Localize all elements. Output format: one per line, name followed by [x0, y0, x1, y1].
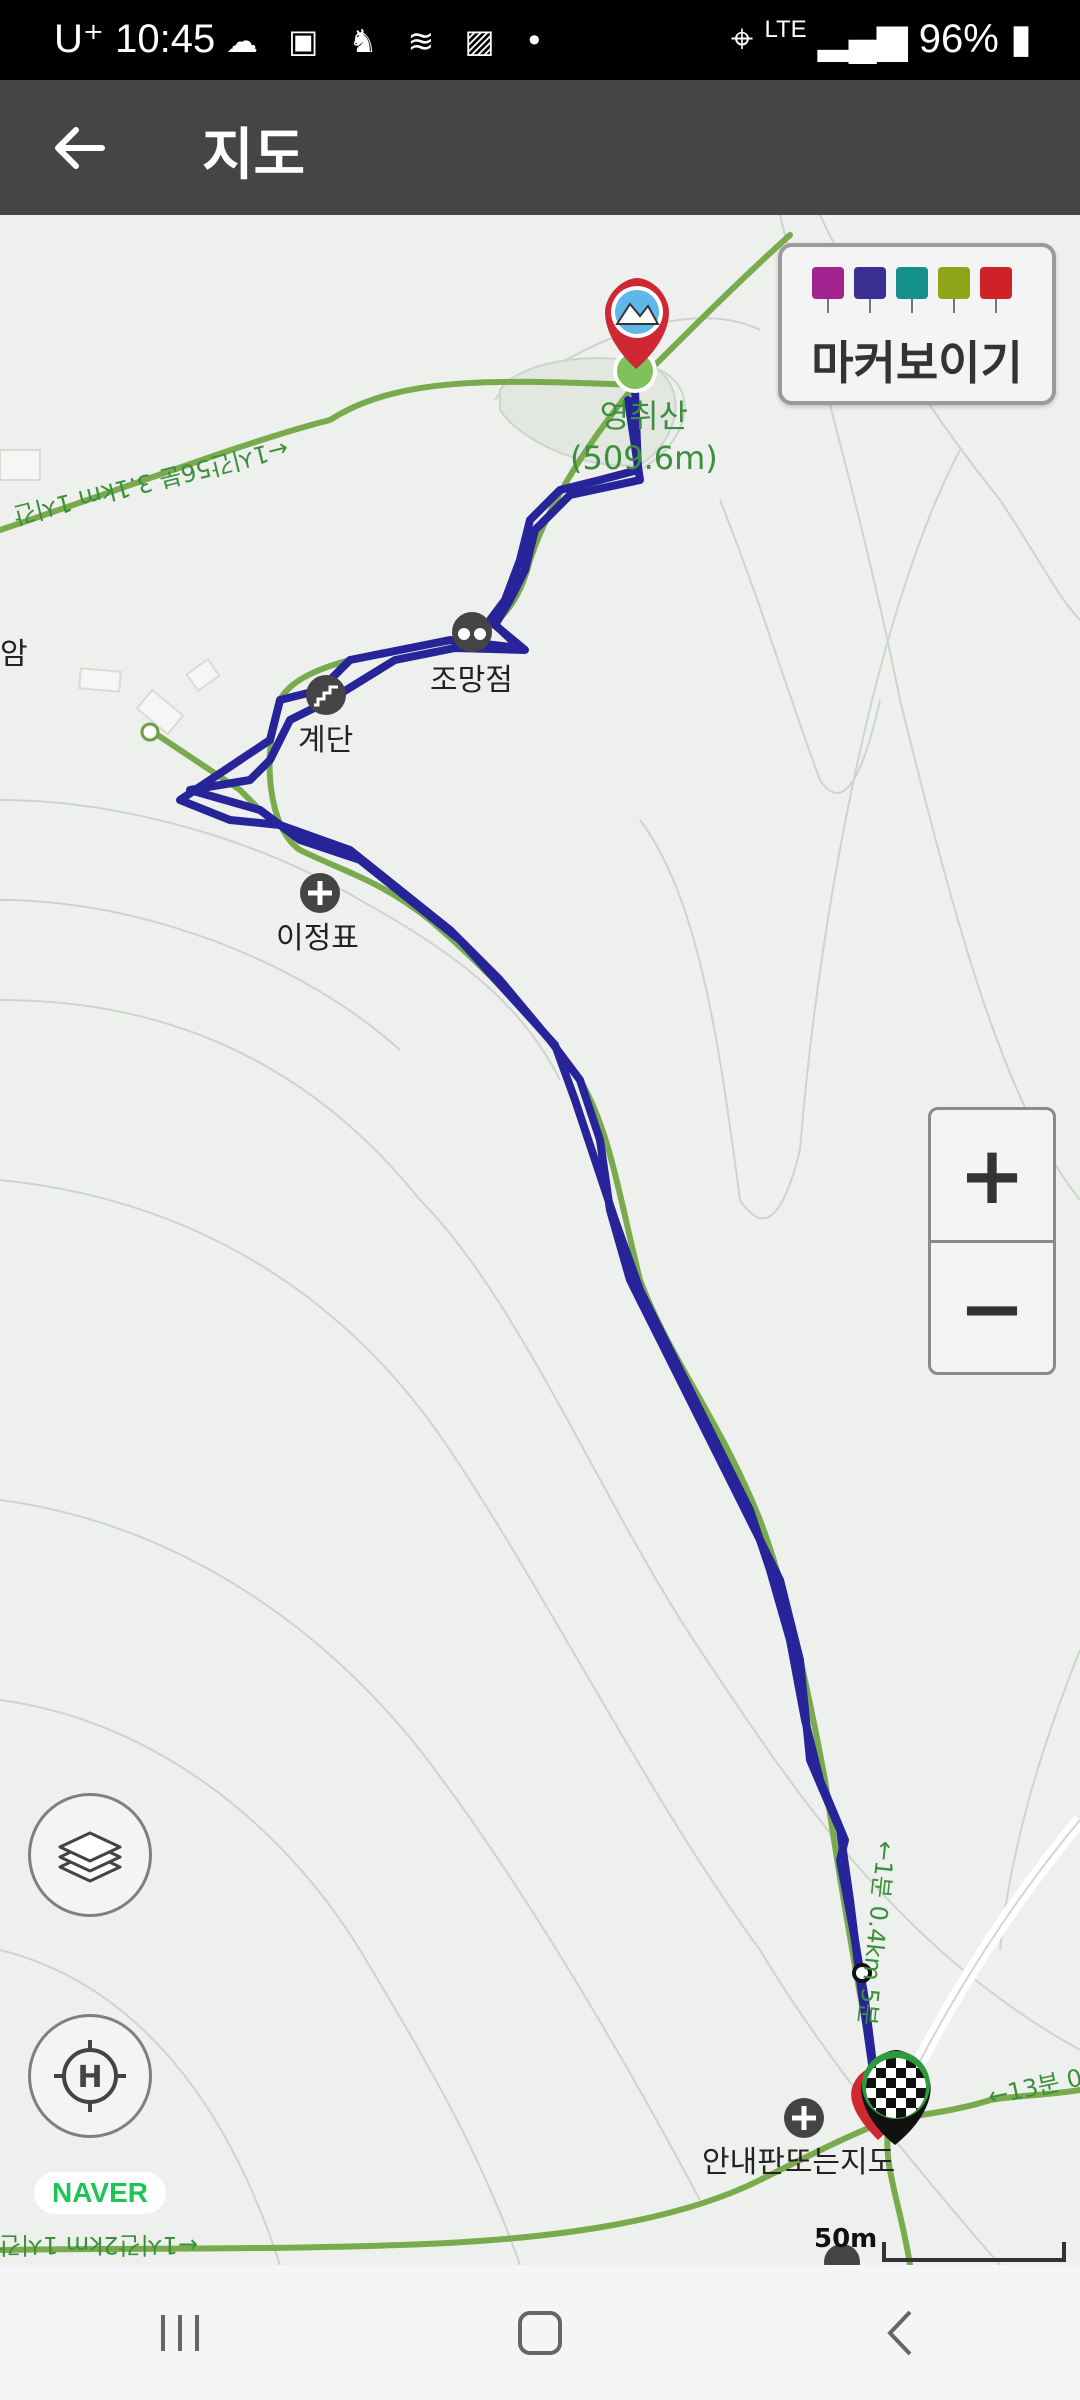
marker-flags — [812, 267, 1012, 313]
map-canvas: ←1시간56분 3.1km 1시간 ←1분 0.4km 5분 ←13분 0 ←1… — [0, 215, 1080, 2265]
guide-map-icon[interactable] — [784, 2098, 824, 2138]
layers-icon — [58, 1831, 122, 1883]
zoom-in-button[interactable]: + — [931, 1110, 1053, 1243]
home-position-button[interactable]: H — [28, 2014, 152, 2138]
status-time: U⁺ 10:45 — [54, 17, 216, 61]
stairs-label: 계단 — [298, 723, 354, 758]
page-title: 지도 — [202, 123, 306, 188]
signal-icon: ▂▄▆ — [817, 17, 908, 61]
status-right: ⌖ LTE ▂▄▆ 96% ▮ — [731, 16, 1032, 62]
back-button[interactable] — [40, 108, 120, 188]
recent-apps-button[interactable] — [120, 2293, 240, 2373]
marker-toggle-button[interactable]: 마커보이기 — [778, 243, 1056, 405]
notification-icons: ☁ ▣ ♞ ≋ ▨ • — [226, 22, 554, 60]
stairs-icon[interactable] — [306, 675, 346, 715]
camera-icon — [812, 267, 844, 313]
trail-time-edge: ←13분 0 — [985, 2064, 1080, 2111]
back-icon — [887, 2310, 912, 2355]
peak-elevation: (509.6m) — [570, 439, 718, 477]
pen-icon — [896, 267, 928, 313]
battery-icon: ▮ — [1009, 17, 1032, 61]
peak-name: 영취산 — [599, 397, 689, 435]
peak-label: 영취산 (509.6m) — [570, 395, 718, 479]
zoom-out-button[interactable]: − — [931, 1243, 1053, 1373]
svg-text:H: H — [77, 2060, 102, 2095]
map-scale: 50m — [814, 2224, 1066, 2262]
scale-label: 50m — [814, 2224, 878, 2254]
scale-bar — [882, 2242, 1066, 2262]
layers-button[interactable] — [28, 1793, 152, 1917]
status-bar: U⁺ 10:45 ☁ ▣ ♞ ≋ ▨ • ⌖ LTE ▂▄▆ 96% ▮ — [0, 0, 1080, 80]
battery-text: 96% — [918, 17, 999, 61]
video-icon — [854, 267, 886, 313]
note-icon — [938, 267, 970, 313]
milestone-label: 이정표 — [276, 921, 359, 956]
system-back-button[interactable] — [840, 2293, 960, 2373]
app-bar: 지도 — [0, 80, 1080, 215]
location-pin-icon: ⌖ — [730, 17, 754, 61]
trail-time-bottom: ←1시간2km 1시간 — [0, 2231, 198, 2259]
zoom-controls: + − — [928, 1107, 1056, 1375]
home-icon — [518, 2310, 562, 2355]
observatory-icon[interactable] — [452, 612, 492, 652]
home-button[interactable] — [480, 2293, 600, 2373]
naver-logo: NAVER — [34, 2172, 166, 2214]
observatory-label: 조망점 — [430, 663, 513, 698]
system-nav-bar — [0, 2265, 1080, 2400]
recent-apps-icon — [161, 2314, 199, 2351]
marker-toggle-label: 마커보이기 — [811, 336, 1023, 390]
flag-icon — [980, 267, 1012, 313]
guide-map-label: 안내판또는지도 — [702, 2145, 896, 2180]
home-target-icon: H — [54, 2040, 126, 2112]
milestone-icon[interactable] — [300, 873, 340, 913]
map-view[interactable]: ←1시간56분 3.1km 1시간 ←1분 0.4km 5분 ←13분 0 ←1… — [0, 215, 1080, 2265]
trail-time-left: ←1시간56분 3.1km 1시간 — [10, 434, 291, 529]
arrow-left-icon — [55, 127, 105, 169]
network-label: LTE — [764, 16, 807, 43]
edge-label: 암 — [0, 637, 28, 672]
